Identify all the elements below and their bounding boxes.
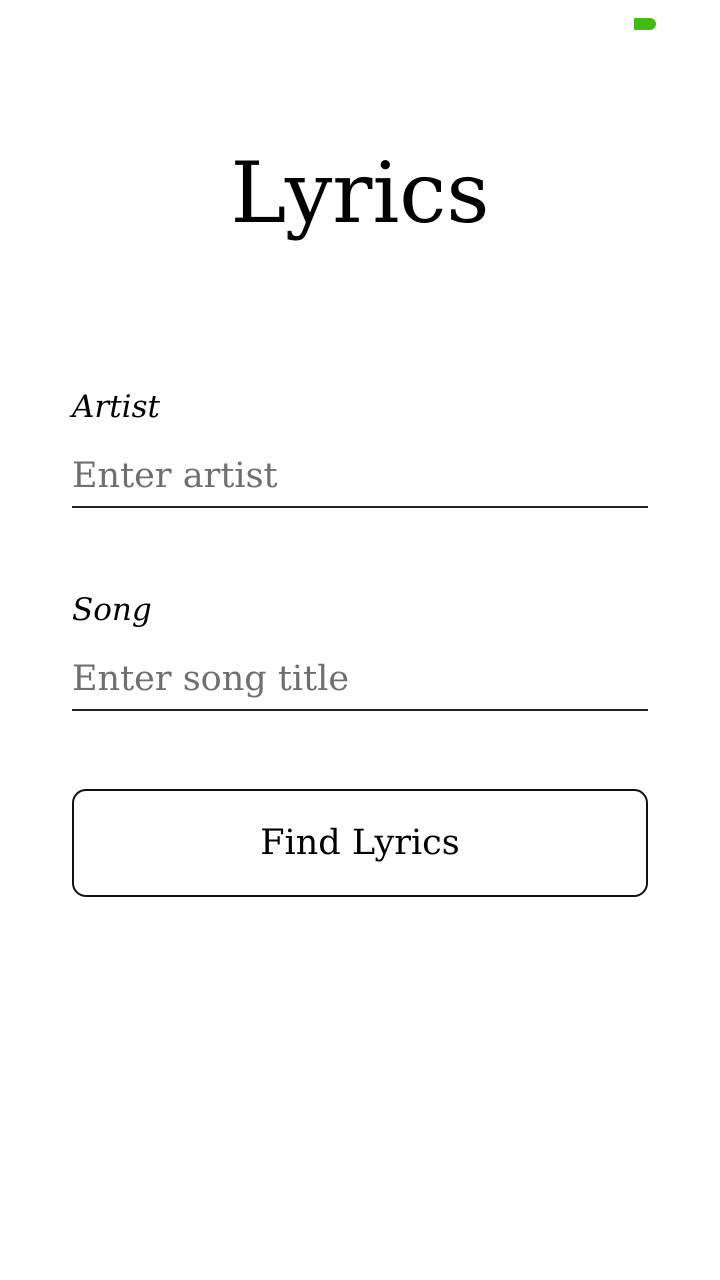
battery-icon (634, 18, 656, 30)
artist-label: Artist (72, 389, 160, 425)
song-label: Song (72, 592, 152, 628)
find-lyrics-button[interactable]: Find Lyrics (72, 789, 648, 897)
artist-input[interactable] (72, 446, 648, 508)
song-title-input[interactable] (72, 649, 648, 711)
page-title: Lyrics (230, 144, 490, 242)
lyrics-screen: Lyrics Artist Song Find Lyrics (0, 0, 720, 1280)
